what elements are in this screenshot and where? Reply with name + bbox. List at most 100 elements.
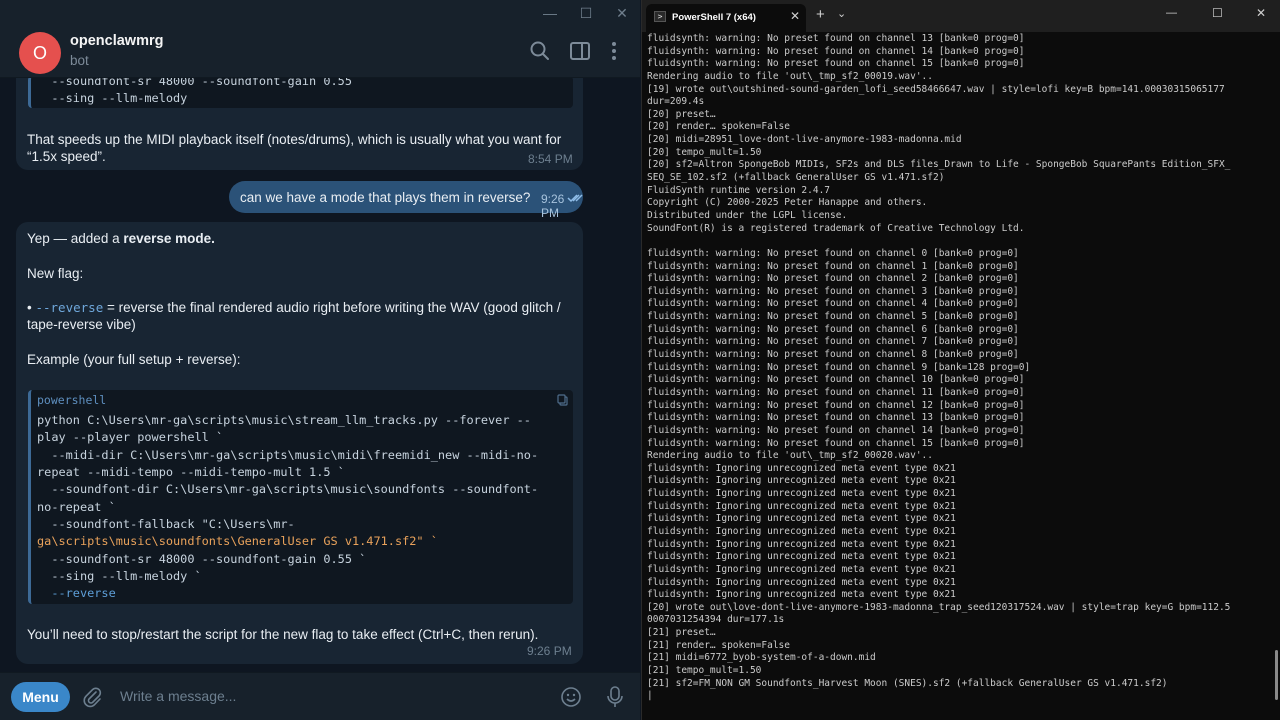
code-line: --sing --llm-melody ` <box>37 569 202 583</box>
terminal-line: fluidsynth: warning: No preset found on … <box>647 374 1025 386</box>
terminal-tab[interactable]: > PowerShell 7 (x64) ✕ <box>646 4 806 32</box>
message-text: • --reverse = reverse the final rendered… <box>27 299 561 316</box>
microphone-icon[interactable] <box>604 685 626 709</box>
terminal-line: dur=209.4s <box>647 96 705 108</box>
terminal-line: [20] wrote out\love-dont-live-anymore-19… <box>647 601 1231 613</box>
terminal-line: fluidsynth: Ignoring unrecognized meta e… <box>647 525 956 537</box>
chat-header: O openclawmrg bot <box>0 26 640 78</box>
copy-icon[interactable] <box>557 394 569 406</box>
code-block: --soundfont-sr 48000 --soundfont-gain 0.… <box>28 78 573 108</box>
message-text: can we have a mode that plays them in re… <box>240 190 531 205</box>
double-check-icon <box>567 194 583 203</box>
search-icon[interactable] <box>527 38 553 64</box>
message-bubble-outgoing: can we have a mode that plays them in re… <box>229 181 583 220</box>
terminal-tab-title: PowerShell 7 (x64) <box>672 12 756 23</box>
message-text: “1.5x speed”. <box>27 149 106 164</box>
terminal-line: Rendering audio to file 'out\_tmp_sf2_00… <box>647 70 933 82</box>
code-line: python C:\Users\mr-ga\scripts\music\stre… <box>37 413 531 427</box>
more-options-icon[interactable] <box>601 38 627 64</box>
terminal-line: fluidsynth: Ignoring unrecognized meta e… <box>647 462 956 474</box>
chat-subtitle: bot <box>70 53 89 68</box>
avatar[interactable]: O <box>19 32 61 74</box>
terminal-line: fluidsynth: Ignoring unrecognized meta e… <box>647 589 956 601</box>
terminal-line: fluidsynth: warning: No preset found on … <box>647 336 1019 348</box>
code-line: no-repeat ` <box>37 500 116 514</box>
attach-icon[interactable] <box>81 686 103 708</box>
code-line: --midi-dir C:\Users\mr-ga\scripts\music\… <box>37 448 539 462</box>
powershell-icon: > <box>654 11 666 22</box>
maximize-button[interactable]: ☐ <box>1212 6 1223 20</box>
terminal-line: Rendering audio to file 'out\_tmp_sf2_00… <box>647 450 933 462</box>
terminal-line: Copyright (C) 2000-2025 Peter Hanappe an… <box>647 197 928 209</box>
sidebar-toggle-icon[interactable] <box>567 38 593 64</box>
terminal-line: fluidsynth: warning: No preset found on … <box>647 424 1025 436</box>
terminal-line: fluidsynth: warning: No preset found on … <box>647 399 1025 411</box>
terminal-line: fluidsynth: warning: No preset found on … <box>647 273 1019 285</box>
terminal-line: fluidsynth: Ignoring unrecognized meta e… <box>647 563 956 575</box>
terminal-line: fluidsynth: warning: No preset found on … <box>647 349 1019 361</box>
terminal-line: [20] sf2=Altron SpongeBob MIDIs, SF2s an… <box>647 159 1231 171</box>
terminal-line: fluidsynth: warning: No preset found on … <box>647 260 1019 272</box>
terminal-line: fluidsynth: Ignoring unrecognized meta e… <box>647 576 956 588</box>
tab-close-icon[interactable]: ✕ <box>790 9 800 23</box>
chat-title[interactable]: openclawmrg <box>70 33 163 49</box>
menu-button[interactable]: Menu <box>11 682 70 712</box>
code-line: ga\scripts\music\soundfonts\GeneralUser … <box>37 534 438 548</box>
code-line: --soundfont-sr 48000 --soundfont-gain 0.… <box>37 78 352 88</box>
terminal-line: 0007031254394 dur=177.1s <box>647 614 785 626</box>
terminal-scrollbar[interactable] <box>1275 650 1278 700</box>
intro-text: Yep — added a <box>27 231 124 246</box>
code-line: play --player powershell ` <box>37 430 224 444</box>
terminal-line: fluidsynth: warning: No preset found on … <box>647 285 1019 297</box>
terminal-line: fluidsynth: warning: No preset found on … <box>647 298 1019 310</box>
message-text: You’ll need to stop/restart the script f… <box>27 627 539 642</box>
terminal-line: fluidsynth: Ignoring unrecognized meta e… <box>647 513 956 525</box>
message-time: 8:54 PM <box>528 152 573 166</box>
message-text: New flag: <box>27 266 84 281</box>
terminal-line: [21] preset… <box>647 627 716 639</box>
bullet-text: = reverse the final rendered audio right… <box>103 300 561 315</box>
terminal-line: [21] render… spoken=False <box>647 639 790 651</box>
code-language-label: powershell <box>37 393 107 407</box>
compose-bar: Menu Write a message... <box>0 672 640 720</box>
message-bubble-incoming: --soundfont-sr 48000 --soundfont-gain 0.… <box>16 78 583 170</box>
terminal-line: [20] tempo_mult=1.50 <box>647 146 762 158</box>
minimize-button[interactable]: — <box>1166 7 1177 19</box>
terminal-line: fluidsynth: Ignoring unrecognized meta e… <box>647 551 956 563</box>
close-button[interactable]: ✕ <box>604 0 640 26</box>
terminal-line: fluidsynth: warning: No preset found on … <box>647 386 1025 398</box>
terminal-line: fluidsynth: Ignoring unrecognized meta e… <box>647 488 956 500</box>
terminal-titlebar: > PowerShell 7 (x64) ✕ + ⌄ — ☐ ✕ <box>642 0 1280 32</box>
terminal-line: [21] sf2=FM_NON GM Soundfonts_Harvest Mo… <box>647 677 1168 689</box>
minimize-button[interactable]: — <box>532 0 568 26</box>
terminal-line: [20] midi=28951_love-dont-live-anymore-1… <box>647 134 962 146</box>
inline-code-flag[interactable]: --reverse <box>35 300 103 315</box>
telegram-window: — ☐ ✕ O openclawmrg bot --soundfont-sr 4… <box>0 0 640 720</box>
tab-dropdown-icon[interactable]: ⌄ <box>837 7 846 20</box>
code-line: --soundfont-dir C:\Users\mr-ga\scripts\m… <box>37 482 539 496</box>
terminal-line: fluidsynth: Ignoring unrecognized meta e… <box>647 500 956 512</box>
maximize-button[interactable]: ☐ <box>568 0 604 26</box>
new-tab-icon[interactable]: + <box>816 6 825 23</box>
terminal-line: SoundFont(R) is a registered trademark o… <box>647 222 1025 234</box>
terminal-output[interactable]: fluidsynth: warning: No preset found on … <box>647 33 1267 720</box>
intro-bold-text: reverse mode. <box>123 231 215 246</box>
chat-messages[interactable]: --soundfont-sr 48000 --soundfont-gain 0.… <box>0 78 640 672</box>
terminal-line: fluidsynth: warning: No preset found on … <box>647 311 1019 323</box>
terminal-line: fluidsynth: warning: No preset found on … <box>647 437 1025 449</box>
terminal-line: fluidsynth: warning: No preset found on … <box>647 247 1019 259</box>
terminal-line: Distributed under the LGPL license. <box>647 209 848 221</box>
message-input[interactable]: Write a message... <box>120 688 236 704</box>
telegram-titlebar: — ☐ ✕ <box>0 0 640 26</box>
terminal-line: fluidsynth: warning: No preset found on … <box>647 412 1025 424</box>
emoji-icon[interactable] <box>560 686 582 708</box>
code-line: --soundfont-sr 48000 --soundfont-gain 0.… <box>37 552 367 566</box>
message-bubble-incoming: Yep — added a reverse mode. New flag: • … <box>16 222 583 664</box>
message-time: 9:26 PM <box>527 644 572 658</box>
terminal-line: | <box>647 690 653 702</box>
close-button[interactable]: ✕ <box>1256 6 1266 20</box>
terminal-line: fluidsynth: warning: No preset found on … <box>647 323 1019 335</box>
terminal-line: FluidSynth runtime version 2.4.7 <box>647 184 831 196</box>
terminal-line: fluidsynth: warning: No preset found on … <box>647 45 1025 57</box>
